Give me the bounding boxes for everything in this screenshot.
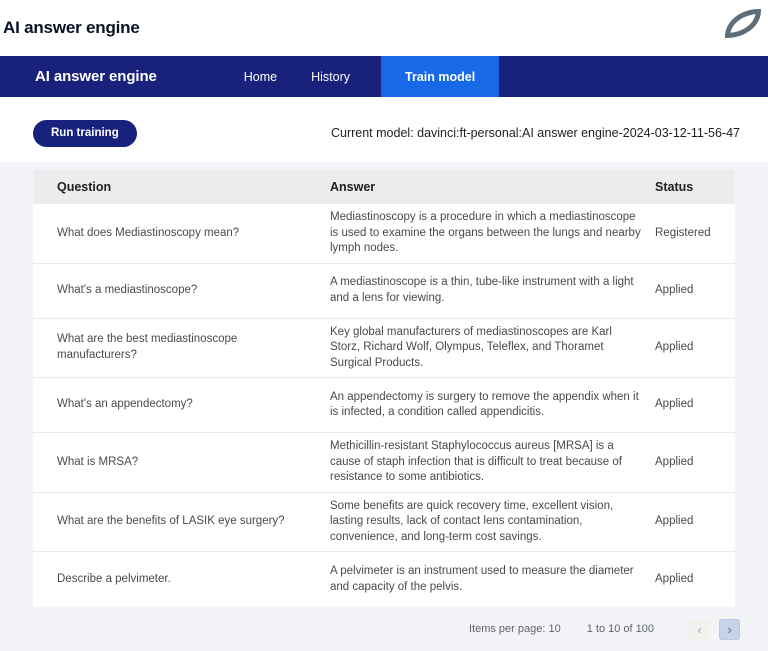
answer-cell: Mediastinoscopy is a procedure in which …: [330, 211, 641, 254]
items-per-page-label: Items per page: 10: [468, 623, 561, 635]
nav-item-train-model[interactable]: Train model: [381, 56, 500, 97]
status-badge: Applied: [655, 572, 694, 585]
navbar: AI answer engine Home History Train mode…: [0, 56, 768, 97]
navbar-links: Home History Train model: [229, 56, 500, 97]
answer-cell: Methicillin-resistant Staphylococcus aur…: [330, 440, 622, 483]
training-data-table: Question Answer Status What does Mediast…: [33, 170, 735, 607]
table-row: What's an appendectomy? An appendectomy …: [33, 378, 735, 433]
leaf-logo-icon: [725, 9, 761, 38]
status-badge: Applied: [655, 515, 694, 527]
answer-cell: A pelvimeter is an instrument used to me…: [330, 565, 634, 593]
chevron-left-icon[interactable]: ‹: [689, 618, 710, 640]
table-header-row: Question Answer Status: [33, 170, 735, 204]
status-badge: Registered: [655, 226, 711, 239]
nav-item-history[interactable]: History: [296, 56, 365, 97]
navbar-brand: AI answer engine: [35, 68, 157, 85]
nav-item-home[interactable]: Home: [229, 56, 292, 97]
current-model-label: Current model: davinci:ft-personal:AI an…: [330, 126, 740, 140]
question-cell: What's an appendectomy?: [57, 398, 193, 411]
run-training-button[interactable]: Run training: [33, 119, 137, 147]
chevron-right-icon[interactable]: ›: [719, 618, 740, 640]
question-cell: What is MRSA?: [57, 455, 139, 468]
table-body: What does Mediastinoscopy mean? Mediasti…: [33, 204, 735, 607]
answer-cell: An appendectomy is surgery to remove the…: [330, 390, 639, 419]
status-badge: Applied: [655, 455, 694, 468]
table-row: What is MRSA? Methicillin-resistant Stap…: [33, 433, 735, 493]
window-titlebar: AI answer engine: [0, 0, 768, 56]
status-badge: Applied: [655, 341, 694, 353]
table-row: What does Mediastinoscopy mean? Mediasti…: [33, 204, 735, 264]
toolbar: Run training Current model: davinci:ft-p…: [0, 104, 768, 162]
table-row: What are the best mediastinoscope manufa…: [33, 319, 735, 378]
answer-cell: A mediastinoscope is a thin, tube-like i…: [330, 276, 634, 304]
content-area: Run training Current model: davinci:ft-p…: [0, 104, 768, 651]
paginator: Items per page: 10 1 to 10 of 100 ‹ ›: [0, 607, 768, 651]
column-header-status: Status: [655, 180, 694, 194]
question-cell: What's a mediastinoscope?: [57, 283, 198, 296]
status-badge: Applied: [655, 398, 694, 411]
table-row: What's a mediastinoscope? A mediastinosc…: [33, 264, 735, 319]
question-cell: What are the best mediastinoscope manufa…: [57, 333, 238, 361]
question-cell: What does Mediastinoscopy mean?: [57, 226, 240, 239]
answer-cell: Some benefits are quick recovery time, e…: [330, 499, 614, 543]
column-header-question: Question: [57, 180, 112, 194]
answer-cell: Key global manufacturers of mediastinosc…: [330, 325, 612, 369]
page-title: AI answer engine: [3, 18, 140, 37]
table-row: What are the benefits of LASIK eye surge…: [33, 493, 735, 552]
status-badge: Applied: [655, 283, 694, 296]
table-row: Describe a pelvimeter. A pelvimeter is a…: [33, 552, 735, 607]
question-cell: What are the benefits of LASIK eye surge…: [57, 515, 285, 527]
question-cell: Describe a pelvimeter.: [57, 572, 171, 585]
page-range-label: 1 to 10 of 100: [586, 623, 654, 635]
column-header-answer: Answer: [330, 180, 376, 194]
